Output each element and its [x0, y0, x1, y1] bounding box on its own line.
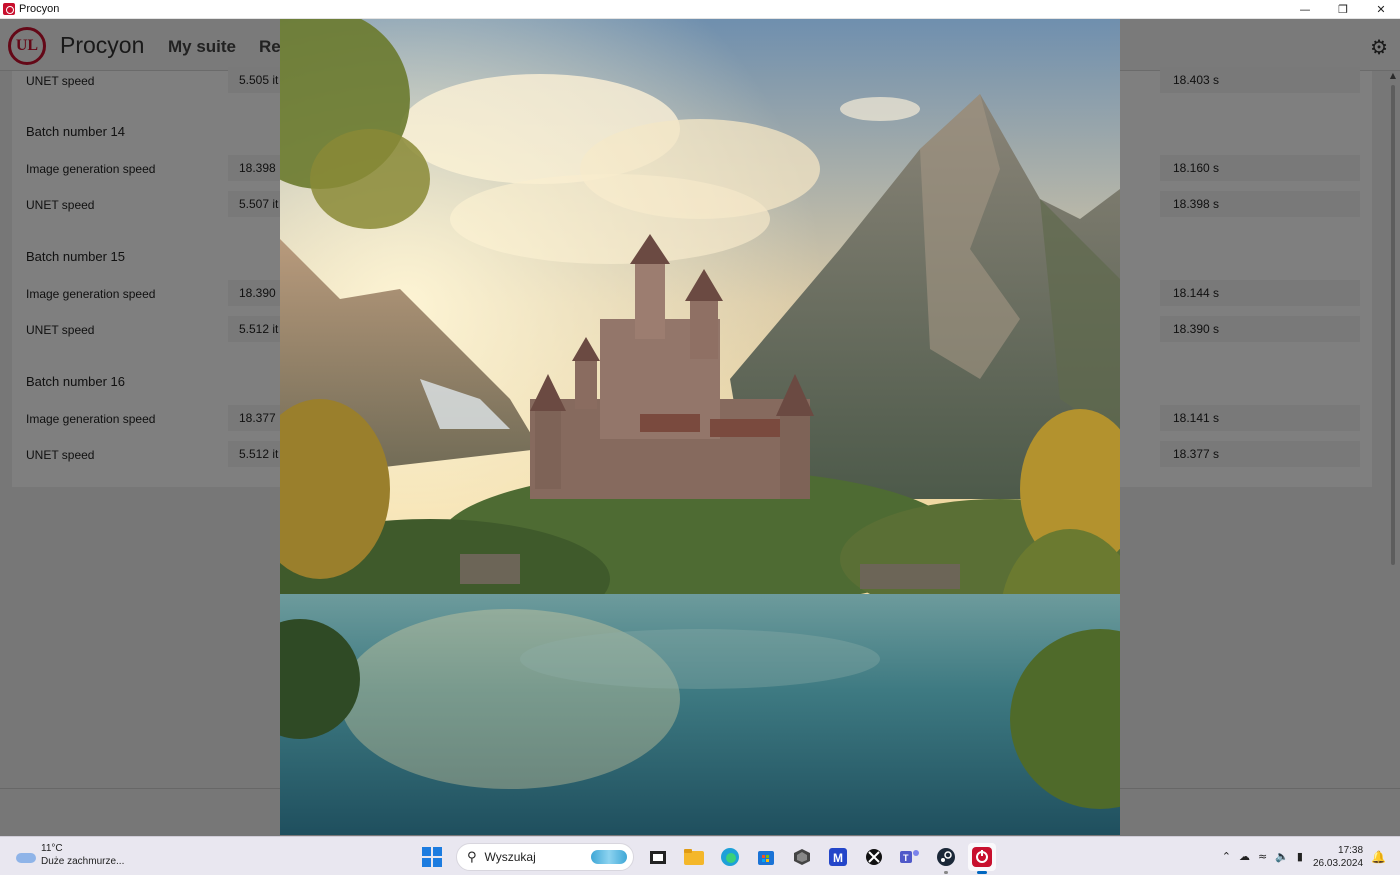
search-icon: ⚲	[467, 849, 477, 865]
svg-text:M: M	[833, 851, 843, 865]
title-bar: Procyon — ❐ ✕	[0, 0, 1400, 19]
castle-landscape-image	[280, 19, 1120, 835]
taskbar: 11°C Duże zachmurze... ⚲ Wyszukaj M T ⌃ …	[0, 836, 1400, 875]
svg-text:T: T	[903, 853, 909, 863]
weather-condition: Duże zachmurze...	[41, 856, 125, 867]
weather-cloud-icon	[14, 847, 36, 863]
battery-icon[interactable]: ▮	[1297, 850, 1303, 863]
weather-temp: 11°C	[41, 843, 63, 854]
volume-icon[interactable]: 🔈	[1275, 850, 1289, 863]
procyon-app-icon	[3, 3, 15, 15]
minimize-icon[interactable]: —	[1286, 0, 1324, 19]
teams-icon[interactable]: T	[896, 843, 924, 871]
system-tray: ⌃ ☁ ≈ 🔈 ▮ 17:38 26.03.2024 🔔	[1218, 837, 1400, 875]
app-cube-icon[interactable]	[788, 843, 816, 871]
clock-date: 26.03.2024	[1312, 857, 1364, 869]
chevron-up-icon[interactable]: ⌃	[1222, 850, 1231, 863]
file-explorer-icon[interactable]	[680, 843, 708, 871]
notification-bell-icon[interactable]: 🔔	[1371, 850, 1386, 864]
xbox-icon[interactable]	[860, 843, 888, 871]
restore-icon[interactable]: ❐	[1324, 0, 1362, 19]
weather-widget[interactable]: 11°C Duże zachmurze...	[14, 842, 124, 868]
task-view-icon[interactable]	[644, 843, 672, 871]
procyon-icon[interactable]	[968, 843, 996, 874]
edge-icon[interactable]	[716, 843, 744, 871]
close-icon[interactable]: ✕	[1362, 0, 1400, 19]
onedrive-icon[interactable]: ☁	[1239, 850, 1250, 863]
start-icon[interactable]	[418, 843, 446, 871]
window-title: Procyon	[19, 3, 60, 15]
store-icon[interactable]	[752, 843, 780, 871]
app-m-icon[interactable]: M	[824, 843, 852, 871]
clock-time: 17:38	[1338, 844, 1364, 856]
generated-image[interactable]	[280, 19, 1120, 835]
taskbar-search[interactable]: ⚲ Wyszukaj	[456, 843, 634, 871]
steam-icon[interactable]	[932, 843, 960, 874]
clock[interactable]: 17:38 26.03.2024	[1313, 844, 1363, 870]
wifi-icon[interactable]: ≈	[1258, 850, 1267, 863]
search-placeholder: Wyszukaj	[484, 850, 536, 864]
search-highlight-icon	[591, 850, 627, 864]
